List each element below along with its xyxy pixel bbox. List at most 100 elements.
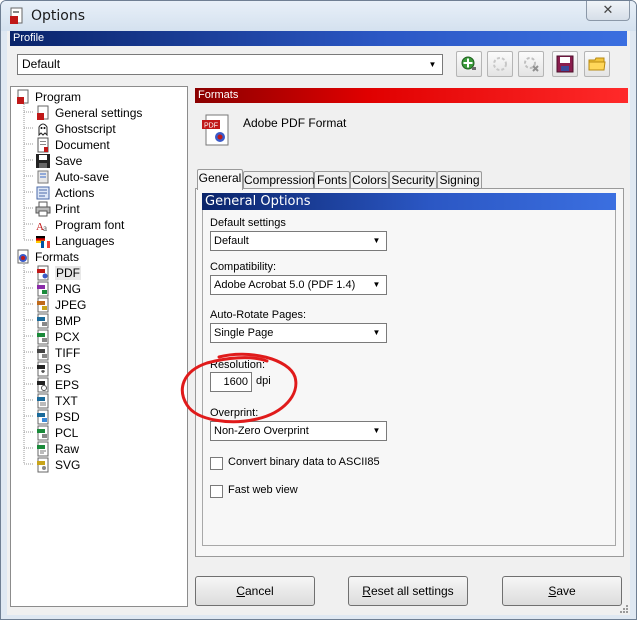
- floppy-icon: [36, 154, 50, 168]
- tree-item-label: PNG: [55, 282, 82, 296]
- tab-colors[interactable]: Colors: [350, 171, 389, 189]
- tree-item-label: Auto-save: [55, 170, 110, 184]
- tree-item-label: Languages: [55, 234, 115, 248]
- profile-header: Profile: [10, 31, 627, 46]
- ascii85-checkbox[interactable]: [210, 457, 223, 470]
- pdf-format-icon: PDF: [202, 114, 229, 146]
- tree-item-psd[interactable]: PSD: [35, 409, 80, 425]
- tree-item-png[interactable]: PNG: [35, 281, 81, 297]
- tree-item-label: SVG: [55, 458, 81, 472]
- tree-item-label: Save: [55, 154, 83, 168]
- tree-item-label: TXT: [55, 394, 78, 408]
- printer-icon: [35, 201, 51, 217]
- format-title: Adobe PDF Format: [243, 116, 347, 130]
- tree-item-general-settings[interactable]: General settings: [35, 105, 142, 121]
- tree-item-ps[interactable]: PS: [35, 361, 71, 377]
- ps-file-icon: [37, 361, 49, 377]
- tree-item-save[interactable]: Save: [35, 153, 82, 169]
- tree-item-label: Print: [55, 202, 80, 216]
- tree-item-document[interactable]: Document: [35, 137, 110, 153]
- ghost-icon: [38, 123, 48, 137]
- chevron-down-icon: ▼: [428, 60, 437, 69]
- tree-item-svg[interactable]: SVG: [35, 457, 80, 473]
- tree-item-eps[interactable]: EPS: [35, 377, 79, 393]
- font-icon: Aa: [36, 221, 47, 233]
- tree-item-txt[interactable]: TXT: [35, 393, 78, 409]
- general-options-header: General Options: [202, 193, 616, 210]
- bmp-file-icon: [37, 313, 49, 329]
- reset-label: eset all settings: [370, 584, 454, 598]
- raw-file-icon: [37, 441, 49, 457]
- autorotate-label: Auto-Rotate Pages:: [210, 309, 307, 321]
- tree-item-languages[interactable]: Languages: [35, 233, 114, 249]
- tab-security[interactable]: Security: [389, 171, 437, 189]
- tab-signing[interactable]: Signing: [437, 171, 482, 189]
- delete-profile-button[interactable]: [518, 51, 544, 77]
- pcl-file-icon: [37, 425, 49, 441]
- tree-item-raw[interactable]: Raw: [35, 441, 79, 457]
- svg-text:a: a: [43, 223, 47, 233]
- options-window: Options ✕ Profile Default ▼ Program Gene…: [0, 0, 637, 620]
- tree-item-actions[interactable]: Actions: [35, 185, 94, 201]
- tree-item-ghostscript[interactable]: Ghostscript: [35, 121, 116, 137]
- folder-icon: [588, 57, 606, 71]
- tree-item-pcx[interactable]: PCX: [35, 329, 80, 345]
- chevron-down-icon: ▼: [372, 328, 381, 337]
- tree-item-label: PCX: [55, 330, 80, 344]
- tree-item-program-font[interactable]: Aa Program font: [35, 217, 124, 233]
- default-settings-value: Default: [214, 235, 249, 247]
- autorotate-select[interactable]: Single Page ▼: [210, 323, 387, 343]
- compatibility-select[interactable]: Adobe Acrobat 5.0 (PDF 1.4) ▼: [210, 275, 387, 295]
- tree-node-formats[interactable]: Formats: [15, 249, 79, 265]
- document-icon: [37, 137, 49, 153]
- tree-item-label: JPEG: [55, 298, 87, 312]
- profile-select[interactable]: Default ▼: [17, 54, 443, 75]
- tab-general[interactable]: General: [197, 169, 243, 190]
- profile-select-value: Default: [22, 57, 61, 71]
- ascii85-label: Convert binary data to ASCII85: [228, 456, 380, 468]
- tree-item-label: General settings: [55, 106, 143, 120]
- tab-compression[interactable]: Compression: [243, 171, 315, 189]
- open-profile-button[interactable]: [584, 51, 610, 77]
- svg-text:PDF: PDF: [204, 123, 218, 130]
- tree-item-label: Program font: [55, 218, 125, 232]
- svg-file-icon: [37, 457, 49, 473]
- tree-item-pcl[interactable]: PCL: [35, 425, 78, 441]
- default-settings-select[interactable]: Default ▼: [210, 231, 387, 251]
- title-bar[interactable]: Options ✕: [1, 1, 636, 31]
- tree-item-tiff[interactable]: TIFF: [35, 345, 80, 361]
- tree-item-auto-save[interactable]: Auto-save: [35, 169, 109, 185]
- reset-mnemonic: R: [362, 584, 371, 598]
- tree-item-bmp[interactable]: BMP: [35, 313, 81, 329]
- general-settings-icon: [37, 105, 49, 120]
- save-button[interactable]: Save: [502, 576, 622, 606]
- formats-header: Formats: [195, 88, 628, 103]
- tree-item-print[interactable]: Print: [35, 201, 80, 217]
- rename-profile-button[interactable]: [487, 51, 513, 77]
- resize-grip-icon[interactable]: [619, 604, 629, 614]
- tree-item-label: PCL: [55, 426, 79, 440]
- cancel-label: ancel: [244, 584, 274, 598]
- close-button[interactable]: ✕: [586, 1, 630, 21]
- tree-item-label: PDF: [55, 266, 81, 280]
- tree-item-label: Raw: [55, 442, 80, 456]
- tree-item-label: PS: [55, 362, 72, 376]
- reset-all-settings-button[interactable]: Reset all settings: [348, 576, 468, 606]
- chevron-down-icon: ▼: [372, 280, 381, 289]
- tree-node-program[interactable]: Program: [15, 89, 81, 105]
- cancel-button[interactable]: Cancel: [195, 576, 315, 606]
- tab-fonts[interactable]: Fonts: [314, 171, 350, 189]
- fast-web-view-checkbox[interactable]: [210, 485, 223, 498]
- eps-file-icon: [37, 377, 49, 393]
- tree-item-pdf[interactable]: PDF: [35, 265, 81, 281]
- tree-item-label: Document: [55, 138, 110, 152]
- tree-item-label: PSD: [55, 410, 80, 424]
- save-profile-button[interactable]: [552, 51, 578, 77]
- tree-item-jpeg[interactable]: JPEG: [35, 297, 86, 313]
- settings-tree[interactable]: Program General settings Ghostscript Doc…: [10, 86, 188, 607]
- save-profile-icon: [556, 55, 574, 73]
- auto-save-icon: [37, 170, 49, 184]
- add-profile-button[interactable]: [456, 51, 482, 77]
- window-title: Options: [31, 8, 86, 24]
- chevron-down-icon: ▼: [372, 236, 381, 245]
